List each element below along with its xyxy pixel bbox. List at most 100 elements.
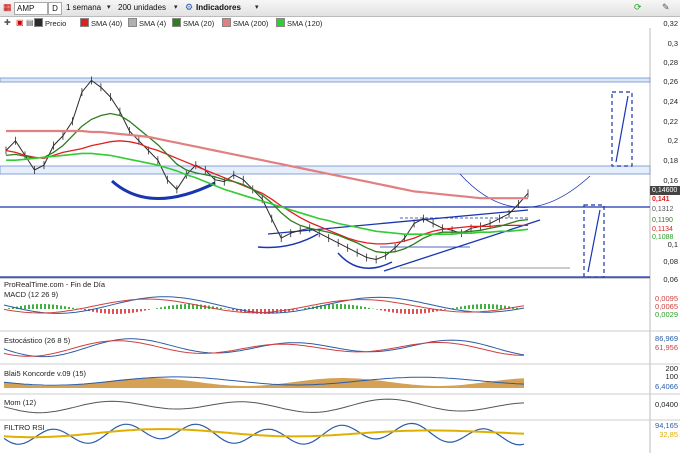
macd-histogram-bar (416, 309, 418, 314)
macd-histogram-bar (408, 309, 410, 314)
macd-histogram-bar (68, 306, 70, 309)
price-tick: 0,16 (663, 176, 678, 185)
macd-histogram-bar (368, 307, 370, 309)
macd-histogram-bar (100, 309, 102, 314)
price-tick: 0,06 (663, 275, 678, 284)
macd-histogram-bar (144, 309, 146, 311)
macd-histogram-bar (328, 304, 330, 309)
macd-histogram-bar (260, 309, 262, 314)
price-tag: 0,1312 (652, 206, 674, 213)
pattern-arc (257, 233, 319, 249)
macd-histogram-bar (488, 304, 490, 309)
macd-histogram-bar (480, 304, 482, 309)
macd-histogram-bar (84, 309, 86, 311)
macd-histogram-bar (60, 305, 62, 309)
macd-histogram-bar (396, 309, 398, 314)
projection-arrow (587, 209, 601, 273)
macd-histogram-bar (140, 309, 142, 312)
footer-source: ProRealTime.com - Fin de Día (4, 280, 106, 289)
macd-histogram-bar (296, 309, 298, 310)
price-tick: 0,24 (663, 97, 678, 106)
price-chart[interactable] (0, 0, 680, 453)
macd-histogram-bar (40, 304, 42, 309)
macd-histogram-bar (184, 304, 186, 309)
macd-histogram-bar (128, 309, 130, 314)
macd-histogram-bar (188, 304, 190, 309)
macd-histogram-bar (176, 304, 178, 309)
mom-title: Mom (12) (4, 398, 37, 407)
macd-histogram-bar (112, 309, 114, 314)
macd-histogram-bar (384, 309, 386, 312)
price-tick: 0,26 (663, 77, 678, 86)
series-line-1 (5, 140, 528, 245)
macd-histogram-bar (116, 309, 118, 314)
macd-histogram-bar (24, 305, 26, 309)
macd-histogram-bar (400, 309, 402, 314)
macd-histogram-bar (376, 309, 378, 310)
stoch-tag: 86,969 (655, 334, 678, 343)
macd-histogram-bar (428, 309, 430, 313)
koncorde-blue-line (3, 376, 525, 386)
series-line-2 (5, 112, 529, 254)
macd-histogram-bar (464, 305, 466, 309)
price-tick: 0,28 (663, 58, 678, 67)
momentum-line (3, 398, 525, 414)
macd-histogram-bar (48, 304, 50, 309)
macd-histogram-bar (220, 307, 222, 309)
koncorde-tick: 100 (665, 372, 678, 381)
macd-histogram-bar (52, 304, 54, 309)
macd-histogram-bar (388, 309, 390, 312)
macd-histogram-bar (96, 309, 98, 313)
mom-tag: 0,0400 (655, 400, 678, 409)
macd-histogram-bar (340, 304, 342, 309)
macd-histogram-bar (352, 305, 354, 309)
koncorde-area (4, 378, 524, 388)
macd-histogram-bar (496, 304, 498, 309)
macd-histogram-bar (392, 309, 394, 313)
macd-histogram-bar (36, 304, 38, 309)
macd-histogram-bar (108, 309, 110, 314)
koncorde-tag: 6,4066 (655, 382, 678, 391)
projection-arrow (615, 95, 629, 163)
price-tick: 0,32 (663, 19, 678, 28)
cup-arc (459, 173, 591, 208)
price-tag-sma200: 0,141 (652, 196, 670, 203)
stoch-d-line (3, 340, 525, 357)
macd-histogram-bar (28, 304, 30, 309)
macd-histogram-bar (360, 306, 362, 309)
macd-histogram-bar (8, 308, 10, 309)
macd-histogram-bar (484, 304, 486, 309)
macd-histogram-bar (336, 304, 338, 309)
series-line-4 (6, 152, 529, 235)
macd-histogram-bar (180, 304, 182, 309)
macd-histogram-bar (492, 304, 494, 309)
macd-histogram-bar (72, 307, 74, 309)
macd-histogram-bar (232, 309, 234, 311)
resistance-band (0, 77, 651, 83)
macd-histogram-bar (32, 304, 34, 309)
stoch-tag: 61,956 (655, 343, 678, 352)
trendline (267, 209, 529, 235)
macd-histogram-bar (124, 309, 126, 314)
macd-histogram-bar (444, 309, 446, 310)
macd-histogram-bar (344, 304, 346, 309)
macd-histogram-bar (348, 304, 350, 309)
price-tick: 0,08 (663, 257, 678, 266)
pattern-arc (337, 252, 393, 269)
rsi-title: FILTRO RSI (4, 423, 45, 432)
macd-histogram-bar (156, 308, 158, 309)
macd-histogram-bar (332, 304, 334, 309)
koncorde-title: Blai5 Koncorde v.09 (15) (4, 369, 86, 378)
macd-histogram-bar (420, 309, 422, 314)
macd-tag: 0,0029 (655, 310, 678, 319)
stoch-k-line (3, 338, 525, 358)
stoch-title: Estocástico (26 8 5) (4, 336, 71, 345)
macd-histogram-bar (120, 309, 122, 314)
macd-histogram-bar (476, 304, 478, 309)
macd-histogram-bar (456, 307, 458, 309)
macd-histogram-bar (164, 306, 166, 309)
macd-histogram-bar (172, 305, 174, 309)
rsi-tag: 32,85 (659, 430, 678, 439)
rsi-tag: 94,165 (655, 421, 678, 430)
rounded-bottom-arc (111, 179, 216, 200)
